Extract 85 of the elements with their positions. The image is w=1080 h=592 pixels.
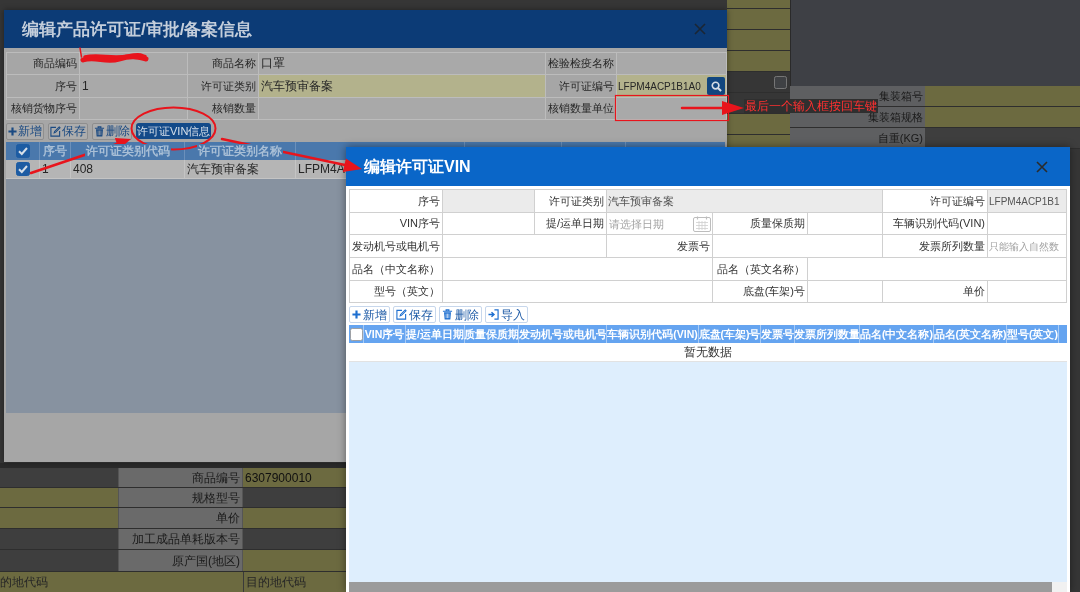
column-header: 型号(英文)	[1006, 325, 1058, 343]
input-field[interactable]	[727, 9, 790, 30]
input-field[interactable]: LFPM4ACP1B1A0	[617, 75, 707, 97]
annotation-arrow	[680, 101, 744, 115]
input-field[interactable]	[925, 107, 1080, 127]
search-button[interactable]	[707, 77, 725, 95]
input-field[interactable]	[925, 128, 1080, 148]
column-header: 底盘(车架)号	[698, 325, 760, 343]
trash-icon	[442, 309, 453, 320]
input-field[interactable]	[0, 529, 118, 549]
dialog-title: 编辑许可证VIN	[364, 158, 471, 175]
column-header: 发票所列数量	[794, 325, 859, 343]
input-field[interactable]	[80, 98, 188, 120]
lookup-field[interactable]: LFPM4ACP1B1A0	[617, 75, 727, 98]
input-field[interactable]: 1	[80, 75, 188, 98]
checkbox[interactable]	[15, 162, 30, 176]
column-header: VIN序号	[363, 325, 405, 343]
dialog-title: 编辑产品许可证/审批/备案信息	[22, 20, 253, 38]
checkbox[interactable]	[349, 327, 363, 341]
field-label: 规格型号	[118, 488, 243, 507]
column-header: 提/运单日期	[405, 325, 464, 343]
input-field[interactable]	[243, 508, 346, 528]
input-field[interactable]: 目的地代码	[243, 572, 346, 592]
input-field[interactable]: 汽车预审备案	[607, 190, 883, 213]
column-header: 发票号	[760, 325, 794, 343]
table-cell: LFPM4A	[298, 163, 345, 175]
input-field[interactable]	[243, 488, 346, 507]
column-header: 许可证类别名称	[197, 144, 283, 158]
field-label: 加工成品单耗版本号	[118, 529, 243, 549]
toolbar-button[interactable]: 新增	[349, 306, 390, 323]
input-field[interactable]	[925, 86, 1080, 106]
input-field[interactable]	[727, 114, 790, 135]
input-field[interactable]	[259, 98, 546, 120]
input-field[interactable]	[617, 53, 727, 75]
input-field[interactable]	[243, 550, 346, 571]
toolbar-button[interactable]: 保存	[48, 122, 88, 140]
toolbar-button[interactable]: 许可证VIN信息	[136, 123, 212, 139]
input-field[interactable]	[0, 508, 118, 528]
input-field[interactable]: LFPM4ACP1B1	[988, 190, 1067, 213]
table-cell: 汽车预审备案	[187, 163, 259, 175]
input-field[interactable]	[0, 488, 118, 507]
close-icon[interactable]	[694, 23, 706, 35]
input-field[interactable]: 的地代码	[0, 572, 243, 592]
column-header: 许可证类别代码	[84, 144, 171, 158]
plus-icon	[352, 310, 361, 319]
toolbar-button[interactable]: 删除	[92, 122, 132, 140]
input-field[interactable]	[0, 550, 118, 571]
arrow-into-box-icon	[488, 309, 499, 320]
input-field[interactable]: 汽车预审备案	[259, 75, 546, 98]
field-label: 单价	[118, 508, 243, 528]
annotation-note: 最后一个输入框按回车键	[744, 99, 878, 113]
input-field[interactable]	[727, 0, 790, 9]
toolbar-button[interactable]: 导入	[485, 306, 528, 323]
checkbox[interactable]	[774, 75, 787, 89]
field-label: 自重(KG)	[877, 132, 923, 144]
pencil-icon	[50, 125, 61, 137]
checkbox[interactable]	[15, 144, 30, 158]
date-field[interactable]: 请选择日期	[607, 213, 713, 235]
input-field[interactable]: 请选择日期	[607, 213, 693, 234]
scribble-mark	[79, 47, 149, 63]
toolbar-button[interactable]: 保存	[393, 306, 436, 323]
input-field[interactable]	[0, 468, 118, 487]
column-header: 车辆识别代码(VIN)	[606, 325, 698, 343]
trash-icon	[94, 125, 105, 137]
calendar-icon[interactable]	[693, 215, 711, 232]
column-header: 品名(中文名称)	[859, 325, 933, 343]
input-field[interactable]: 口罩	[259, 53, 546, 75]
column-header: 质量保质期	[464, 325, 518, 343]
plus-icon	[8, 126, 17, 136]
field-label: 商品编号	[118, 468, 243, 487]
input-field[interactable]	[727, 51, 790, 72]
empty-message: 暂无数据	[684, 346, 732, 358]
column-header: 发动机号或电机号	[518, 325, 606, 343]
input-field[interactable]	[243, 529, 346, 549]
table-cell: 408	[73, 163, 94, 175]
close-icon[interactable]	[1036, 160, 1048, 173]
input-field[interactable]	[727, 30, 790, 51]
column-header: 序号	[42, 144, 68, 158]
pencil-icon	[396, 309, 407, 320]
field-label: 集装箱规格	[868, 111, 923, 123]
column-header: 品名(英文名称)	[933, 325, 1006, 343]
toolbar-button[interactable]: 删除	[439, 306, 482, 323]
search-icon	[710, 80, 722, 92]
field-label: 原产国(地区)	[118, 550, 243, 571]
toolbar-button[interactable]: 新增	[6, 122, 44, 140]
